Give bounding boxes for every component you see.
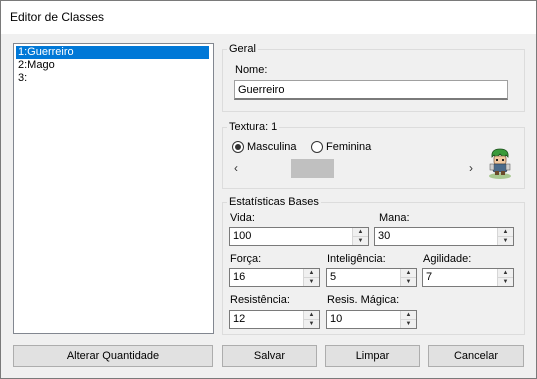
class-editor-window: Editor de Classes 1:Guerreiro 2:Mago 3: …: [0, 0, 537, 379]
agilidade-label: Agilidade:: [423, 253, 472, 265]
vida-down-icon[interactable]: ▼: [353, 237, 368, 245]
inteligencia-value: 5: [330, 271, 337, 283]
resis-magica-value: 10: [330, 313, 343, 325]
salvar-button[interactable]: Salvar: [222, 345, 317, 367]
agilidade-down-icon[interactable]: ▼: [498, 278, 513, 286]
resistencia-down-icon[interactable]: ▼: [304, 320, 319, 328]
forca-value: 16: [233, 271, 246, 283]
forca-label: Força:: [230, 253, 262, 265]
resis-magica-down-icon[interactable]: ▼: [401, 320, 416, 328]
resis-magica-up-icon[interactable]: ▲: [401, 311, 416, 320]
stats-group-title: Estatísticas Bases: [227, 196, 321, 209]
textura-group-title: Textura: 1: [227, 121, 280, 134]
scroll-left-icon[interactable]: ‹: [234, 162, 238, 174]
resistencia-value: 12: [233, 313, 246, 325]
resistencia-up-icon[interactable]: ▲: [304, 311, 319, 320]
name-input[interactable]: Guerreiro: [234, 80, 508, 100]
cancelar-button[interactable]: Cancelar: [428, 345, 524, 367]
resistencia-stepper[interactable]: 12 ▲ ▼: [229, 310, 320, 329]
inteligencia-spin[interactable]: ▲ ▼: [400, 269, 416, 286]
alterar-quantidade-button[interactable]: Alterar Quantidade: [13, 345, 213, 367]
vida-up-icon[interactable]: ▲: [353, 228, 368, 237]
scroll-thumb[interactable]: [291, 159, 334, 178]
resistencia-spin[interactable]: ▲ ▼: [303, 311, 319, 328]
window-title: Editor de Classes: [10, 10, 105, 24]
textura-group: [222, 127, 525, 189]
resis-magica-stepper[interactable]: 10 ▲ ▼: [326, 310, 417, 329]
character-sprite: [489, 148, 511, 179]
title-bar: Editor de Classes: [1, 1, 536, 34]
mana-value: 30: [378, 230, 391, 242]
resis-magica-spin[interactable]: ▲ ▼: [400, 311, 416, 328]
forca-down-icon[interactable]: ▼: [304, 278, 319, 286]
agilidade-stepper[interactable]: 7 ▲ ▼: [422, 268, 514, 287]
inteligencia-up-icon[interactable]: ▲: [401, 269, 416, 278]
name-label: Nome:: [235, 64, 268, 76]
mana-spin[interactable]: ▲ ▼: [497, 228, 513, 245]
mana-stepper[interactable]: 30 ▲ ▼: [374, 227, 514, 246]
agilidade-up-icon[interactable]: ▲: [498, 269, 513, 278]
vida-spin[interactable]: ▲ ▼: [352, 228, 368, 245]
limpar-button[interactable]: Limpar: [325, 345, 420, 367]
vida-value: 100: [233, 230, 252, 242]
forca-stepper[interactable]: 16 ▲ ▼: [229, 268, 320, 287]
feminina-label[interactable]: Feminina: [326, 141, 371, 154]
resistencia-label: Resistência:: [230, 294, 290, 306]
masculina-radio[interactable]: [232, 141, 244, 153]
scroll-right-icon[interactable]: ›: [469, 162, 473, 174]
resis-magica-label: Resis. Mágica:: [327, 294, 400, 306]
list-item-3[interactable]: 3:: [16, 72, 209, 85]
texture-scrollbar[interactable]: ‹ ›: [233, 159, 479, 178]
vida-stepper[interactable]: 100 ▲ ▼: [229, 227, 369, 246]
geral-group-title: Geral: [227, 43, 258, 56]
agilidade-spin[interactable]: ▲ ▼: [497, 269, 513, 286]
vida-label: Vida:: [230, 212, 255, 224]
inteligencia-label: Inteligência:: [327, 253, 386, 265]
mana-up-icon[interactable]: ▲: [498, 228, 513, 237]
inteligencia-stepper[interactable]: 5 ▲ ▼: [326, 268, 417, 287]
list-item-2[interactable]: 2:Mago: [16, 59, 209, 72]
list-item-1[interactable]: 1:Guerreiro: [16, 46, 209, 59]
mana-down-icon[interactable]: ▼: [498, 237, 513, 245]
inteligencia-down-icon[interactable]: ▼: [401, 278, 416, 286]
agilidade-value: 7: [426, 271, 433, 283]
masculina-label[interactable]: Masculina: [247, 141, 297, 154]
forca-up-icon[interactable]: ▲: [304, 269, 319, 278]
mana-label: Mana:: [379, 212, 410, 224]
forca-spin[interactable]: ▲ ▼: [303, 269, 319, 286]
class-listbox[interactable]: 1:Guerreiro 2:Mago 3:: [13, 43, 214, 334]
feminina-radio[interactable]: [311, 141, 323, 153]
